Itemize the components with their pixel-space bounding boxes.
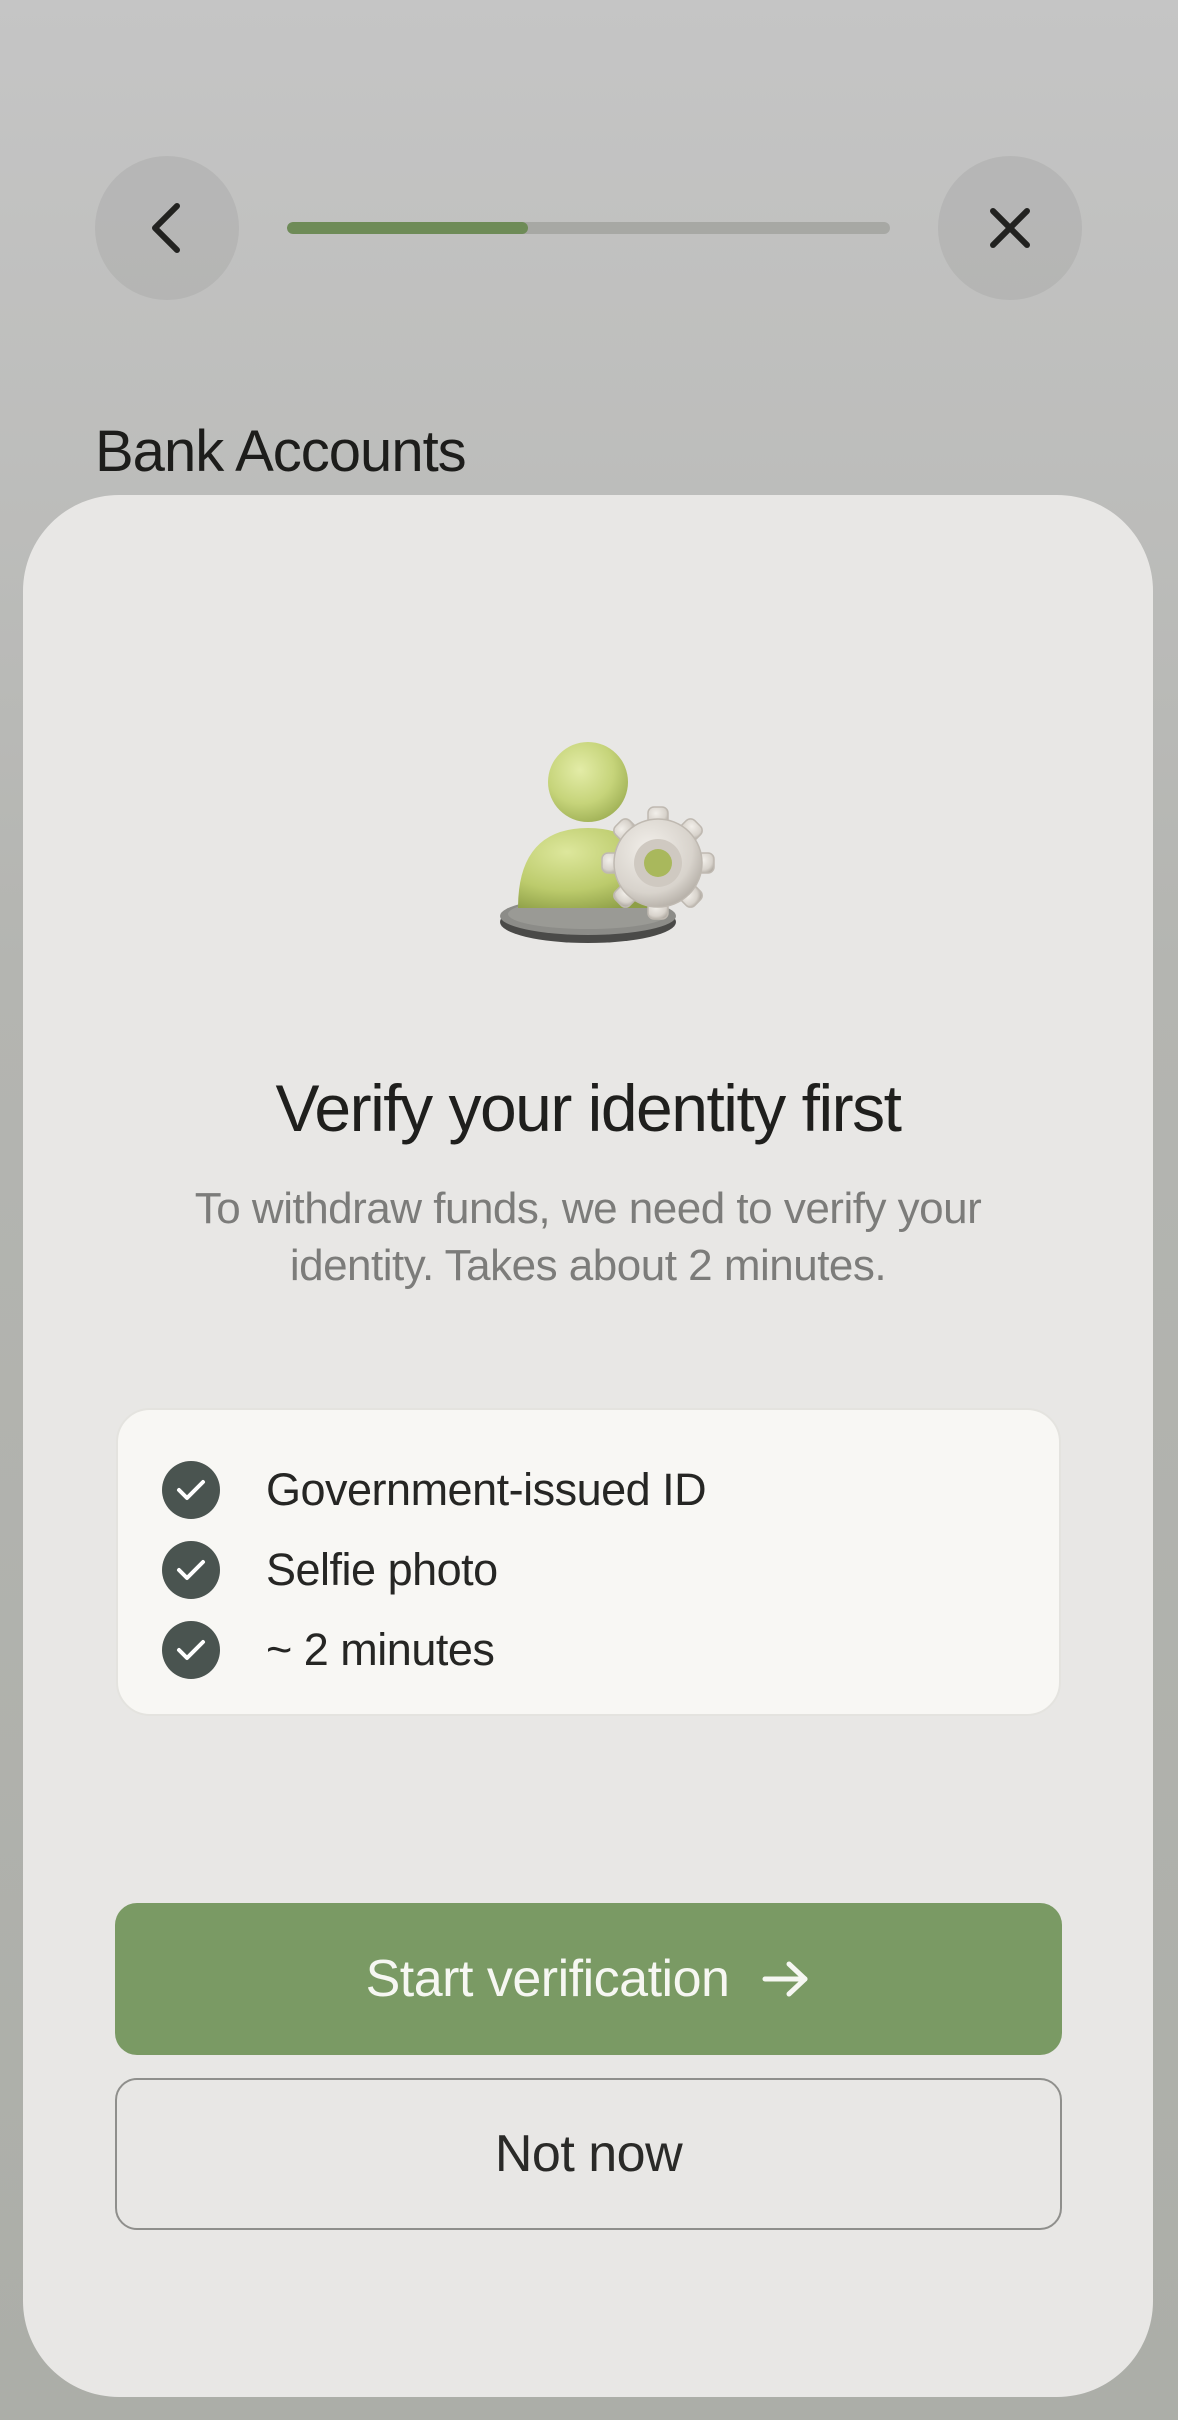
not-now-button[interactable]: Not now <box>115 2078 1062 2230</box>
sheet-heading: Verify your identity first <box>275 1071 902 1145</box>
check-circle-icon <box>162 1461 220 1519</box>
close-button[interactable] <box>938 156 1082 300</box>
arrow-right-icon <box>761 1959 811 1999</box>
close-icon <box>990 208 1030 248</box>
requirement-label: Selfie photo <box>266 1544 498 1595</box>
progress-fill <box>287 222 529 234</box>
list-item: Government-issued ID <box>118 1450 1059 1530</box>
check-circle-icon <box>162 1541 220 1599</box>
verification-sheet: Verify your identity first To withdraw f… <box>23 495 1153 2397</box>
requirement-label: Government-issued ID <box>266 1464 707 1515</box>
list-item: ~ 2 minutes <box>118 1610 1059 1690</box>
sheet-subtitle: To withdraw funds, we need to verify you… <box>194 1184 982 1290</box>
check-circle-icon <box>162 1621 220 1679</box>
page-title: Bank Accounts <box>95 419 467 484</box>
requirements-card: Government-issued ID Selfie photo ~ 2 mi… <box>116 1408 1061 1716</box>
chevron-left-icon <box>152 203 180 253</box>
start-verification-label: Start verification <box>365 1950 730 2008</box>
requirement-label: ~ 2 minutes <box>266 1624 495 1675</box>
not-now-label: Not now <box>494 2125 683 2183</box>
progress-bar <box>287 222 890 234</box>
list-item: Selfie photo <box>118 1530 1059 1610</box>
start-verification-button[interactable]: Start verification <box>115 1903 1062 2055</box>
back-button[interactable] <box>95 156 239 300</box>
user-settings-icon <box>500 742 715 943</box>
